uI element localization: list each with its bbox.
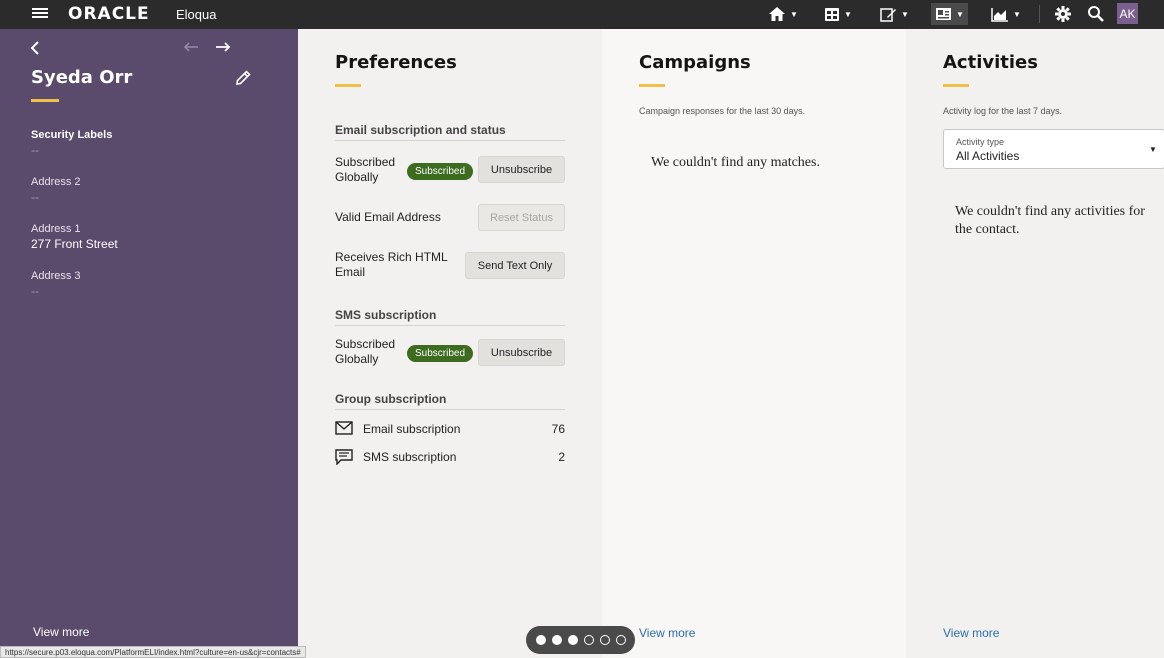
field-value: -- [31, 284, 39, 298]
list-item[interactable]: SMS subscription 2 [335, 449, 565, 466]
campaigns-title: Campaigns [639, 52, 751, 73]
field-label: Address 1 [31, 223, 81, 235]
field-label: Address 3 [31, 270, 81, 282]
reset-status-button[interactable]: Reset Status [478, 204, 565, 231]
preferences-title: Preferences [335, 52, 457, 73]
previous-contact-icon[interactable] [183, 40, 199, 57]
sms-section-heading: SMS subscription [335, 308, 565, 326]
chevron-down-icon: ▼ [1149, 145, 1157, 154]
rich-html-label: Receives Rich HTML Email [335, 250, 448, 279]
field-address-1: Address 1 277 Front Street [31, 223, 118, 251]
email-section-heading: Email subscription and status [335, 123, 565, 141]
title-accent [31, 99, 59, 102]
sms-unsubscribe-button[interactable]: Unsubscribe [478, 339, 565, 366]
field-value: -- [31, 143, 39, 157]
select-value: All Activities [956, 149, 1020, 163]
title-accent [639, 84, 665, 87]
top-bar: ORACLE Eloqua ▼ ▼ ▼ ▼ ▼ AK [0, 0, 1164, 29]
valid-email-label: Valid Email Address [335, 210, 441, 224]
contacts-icon[interactable]: ▼ [824, 3, 852, 25]
activities-view-more-link[interactable]: View more [943, 626, 999, 640]
sms-subscribed-globally-label: Subscribed Globally [335, 337, 396, 366]
pencil-icon[interactable] [234, 69, 252, 87]
title-accent [943, 84, 969, 87]
status-bar-url: https://secure.p03.eloqua.com/PlatformEL… [0, 646, 306, 658]
activities-panel: Activities Activity log for the last 7 d… [906, 29, 1164, 658]
chart-icon[interactable]: ▼ [991, 3, 1021, 25]
contact-card-icon[interactable]: ▼ [931, 3, 968, 25]
pencil-edit-icon[interactable]: ▼ [880, 3, 909, 25]
pager-dot[interactable] [583, 635, 594, 645]
group-count: 2 [558, 450, 565, 464]
contact-name: Syeda Orr [31, 67, 133, 88]
oracle-logo: ORACLE [68, 4, 150, 24]
group-count: 76 [551, 422, 565, 436]
pager-dot[interactable] [567, 635, 578, 645]
pager-dot[interactable] [615, 635, 626, 645]
send-text-only-button[interactable]: Send Text Only [465, 252, 565, 279]
select-label: Activity type [956, 137, 1005, 147]
product-name: Eloqua [176, 7, 217, 22]
campaigns-empty-message: We couldn't find any matches. [651, 155, 820, 170]
status-badge: Subscribed [407, 345, 474, 362]
back-arrow-icon[interactable] [30, 41, 40, 60]
home-icon[interactable]: ▼ [768, 3, 798, 25]
chat-icon [335, 449, 353, 466]
group-label: SMS subscription [363, 450, 457, 464]
envelope-icon [335, 421, 353, 437]
next-contact-icon[interactable] [215, 40, 231, 57]
activities-caption: Activity log for the last 7 days. [943, 106, 1063, 116]
field-address-2: Address 2 -- [31, 176, 81, 204]
pager-dot[interactable] [599, 635, 610, 645]
list-item[interactable]: Email subscription 76 [335, 421, 565, 437]
title-accent [335, 84, 361, 87]
campaigns-panel: Campaigns Campaign responses for the las… [602, 29, 906, 658]
field-label: Address 2 [31, 176, 81, 188]
email-unsubscribe-button[interactable]: Unsubscribe [478, 156, 565, 183]
toolbar-divider [1039, 5, 1040, 23]
field-value: 277 Front Street [31, 237, 118, 251]
preferences-panel: Preferences Email subscription and statu… [298, 29, 602, 658]
field-address-3: Address 3 -- [31, 270, 81, 298]
menu-icon[interactable] [32, 6, 48, 22]
activity-type-select[interactable]: Activity type All Activities ▼ [943, 129, 1164, 169]
group-label: Email subscription [363, 422, 461, 436]
field-value: -- [31, 190, 39, 204]
campaigns-caption: Campaign responses for the last 30 days. [639, 106, 806, 116]
sidebar-view-more-link[interactable]: View more [33, 625, 89, 639]
contact-sidebar: Syeda Orr Security Labels -- Address 2 -… [0, 29, 298, 658]
search-icon[interactable] [1087, 3, 1105, 25]
pager-dot[interactable] [551, 635, 562, 645]
field-label: Security Labels [31, 129, 113, 141]
carousel-pager [526, 626, 635, 654]
subscribed-globally-label: Subscribed Globally [335, 155, 396, 184]
status-badge: Subscribed [407, 163, 474, 180]
group-section-heading: Group subscription [335, 392, 565, 410]
field-security-labels: Security Labels -- [31, 129, 112, 157]
activities-empty-message: We couldn't find any activities for the … [955, 204, 1145, 237]
avatar[interactable]: AK [1117, 3, 1138, 24]
gear-icon[interactable] [1054, 3, 1072, 25]
activities-title: Activities [943, 52, 1038, 73]
pager-dot[interactable] [535, 635, 546, 645]
campaigns-view-more-link[interactable]: View more [639, 626, 695, 640]
